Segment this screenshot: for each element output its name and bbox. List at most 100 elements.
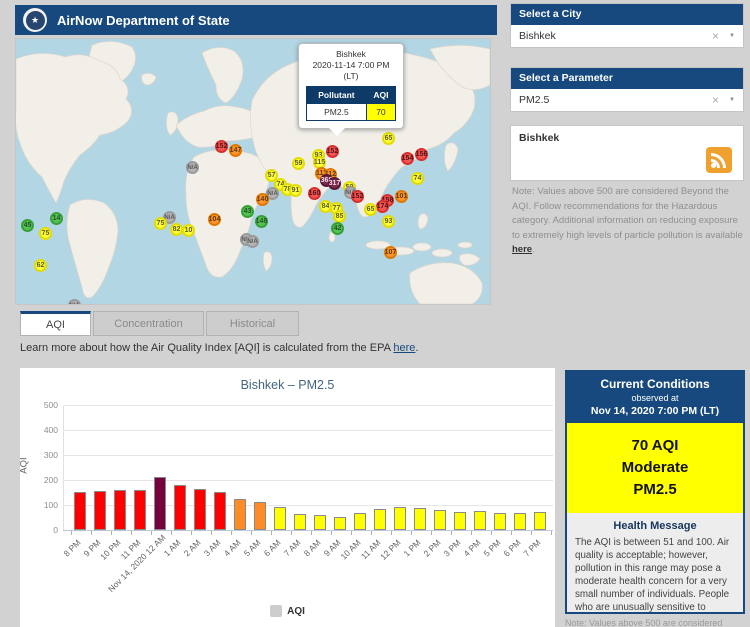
note-here-link[interactable]: here (512, 244, 532, 255)
chart-bar[interactable] (414, 508, 426, 530)
chart-bar[interactable] (174, 485, 186, 530)
gridline (63, 480, 553, 481)
current-conditions-panel: Current Conditions observed at Nov 14, 2… (565, 370, 745, 614)
map-marker[interactable]: 148 (255, 215, 268, 228)
city-select-box: Select a City Bishkek × ▼ (510, 3, 744, 48)
x-tick-mark (191, 531, 192, 535)
map-marker[interactable]: N/A (186, 161, 199, 174)
x-tick-mark (91, 531, 92, 535)
airnow-page: ★ AirNow Department of State (0, 0, 750, 627)
map-marker[interactable]: 62 (34, 259, 47, 272)
chart-bar[interactable] (114, 490, 126, 530)
chart-bar[interactable] (514, 513, 526, 530)
tooltip-pollutant-value: PM2.5 (307, 104, 367, 121)
chart-bar[interactable] (334, 517, 346, 530)
chart-bar[interactable] (94, 491, 106, 530)
city-select-value: Bishkek (519, 30, 712, 42)
chart-bar[interactable] (134, 490, 146, 530)
chart-bar[interactable] (354, 513, 366, 530)
map-marker[interactable]: N/A (68, 299, 81, 305)
chart-bar[interactable] (494, 513, 506, 530)
x-tick-mark (211, 531, 212, 535)
map-marker[interactable]: 45 (21, 219, 34, 232)
parameter-select-value: PM2.5 (519, 94, 712, 106)
map-marker[interactable]: 101 (395, 190, 408, 203)
x-tick-mark (351, 531, 352, 535)
map-marker[interactable]: 152 (326, 145, 339, 158)
chart-bar[interactable] (194, 489, 206, 530)
map-marker[interactable]: 91 (289, 184, 302, 197)
map-marker[interactable]: 317 (328, 177, 341, 190)
city-select[interactable]: Bishkek × ▼ (511, 25, 743, 47)
map-marker[interactable]: 65 (364, 203, 377, 216)
chart-bar[interactable] (474, 511, 486, 530)
chart-bar[interactable] (234, 499, 246, 530)
tab-concentration[interactable]: Concentration (93, 311, 204, 336)
x-tick-mark (171, 531, 172, 535)
aqi-pollutant: PM2.5 (571, 479, 739, 501)
map-marker[interactable]: N/A (246, 235, 259, 248)
current-conditions-header: Current Conditions observed at Nov 14, 2… (567, 372, 743, 423)
map-marker[interactable]: 107 (384, 246, 397, 259)
chevron-down-icon[interactable]: ▼ (729, 97, 735, 103)
map-marker[interactable]: 75 (39, 227, 52, 240)
parameter-select[interactable]: PM2.5 × ▼ (511, 89, 743, 111)
tab-historical[interactable]: Historical (206, 311, 299, 336)
clear-icon[interactable]: × (712, 29, 719, 43)
chart-bar[interactable] (294, 514, 306, 530)
map-marker[interactable]: 93 (382, 215, 395, 228)
gridline (63, 430, 553, 431)
epa-here-link[interactable]: here (393, 342, 415, 354)
map-marker[interactable]: 156 (415, 148, 428, 161)
y-axis-line (63, 405, 64, 530)
map-marker[interactable]: 10 (182, 224, 195, 237)
x-tick-mark (551, 531, 552, 535)
map-marker[interactable]: 65 (382, 132, 395, 145)
map-marker[interactable]: 59 (292, 157, 305, 170)
parameter-select-header: Select a Parameter (511, 68, 743, 89)
x-tick-mark (491, 531, 492, 535)
note-text: Note: Values above 500 are considered Be… (512, 186, 743, 241)
map-marker[interactable]: 74 (411, 172, 424, 185)
tooltip-col-pollutant: Pollutant (307, 87, 367, 104)
map-marker[interactable]: 152 (351, 190, 364, 203)
chart-bar[interactable] (154, 477, 166, 530)
chart-bar[interactable] (214, 492, 226, 530)
map-marker[interactable]: 85 (333, 210, 346, 223)
current-conditions-title: Current Conditions (571, 377, 739, 391)
clear-icon[interactable]: × (712, 93, 719, 107)
map-marker[interactable]: 154 (401, 152, 414, 165)
chart-bar[interactable] (534, 512, 546, 530)
map-marker[interactable]: 42 (331, 222, 344, 235)
tab-aqi[interactable]: AQI (20, 311, 91, 336)
x-tick-mark (131, 531, 132, 535)
chart-bar[interactable] (274, 507, 286, 530)
chevron-down-icon[interactable]: ▼ (729, 33, 735, 39)
map-marker[interactable]: 174 (376, 200, 389, 213)
chart-title: Bishkek – PM2.5 (20, 378, 555, 392)
map-marker[interactable]: 152 (215, 140, 228, 153)
map-marker[interactable]: 147 (229, 144, 242, 157)
chart-bar[interactable] (314, 515, 326, 530)
world-map[interactable]: 45147562N/A152147N/AN/A75821010443N/A577… (15, 38, 491, 305)
chart-bar[interactable] (374, 509, 386, 530)
map-marker[interactable]: 75 (154, 217, 167, 230)
chart-bar[interactable] (434, 510, 446, 530)
chart-bar[interactable] (394, 507, 406, 530)
page-title: AirNow Department of State (57, 13, 230, 28)
chart-bar[interactable] (454, 512, 466, 530)
legend-item-aqi[interactable]: AQI (20, 605, 555, 617)
gridline (63, 405, 553, 406)
aqi-category: Moderate (571, 457, 739, 479)
rss-icon[interactable] (706, 147, 732, 173)
chart-bar[interactable] (74, 492, 86, 530)
learn-more-line: Learn more about how the Air Quality Ind… (20, 342, 418, 354)
map-marker[interactable]: 104 (208, 213, 221, 226)
x-tick-mark (231, 531, 232, 535)
map-marker[interactable]: 43 (241, 205, 254, 218)
map-marker[interactable]: 14 (50, 212, 63, 225)
map-marker[interactable]: 140 (256, 193, 269, 206)
map-marker[interactable]: 160 (308, 187, 321, 200)
tooltip-aqi-value: 70 (366, 104, 395, 121)
chart-bar[interactable] (254, 502, 266, 530)
